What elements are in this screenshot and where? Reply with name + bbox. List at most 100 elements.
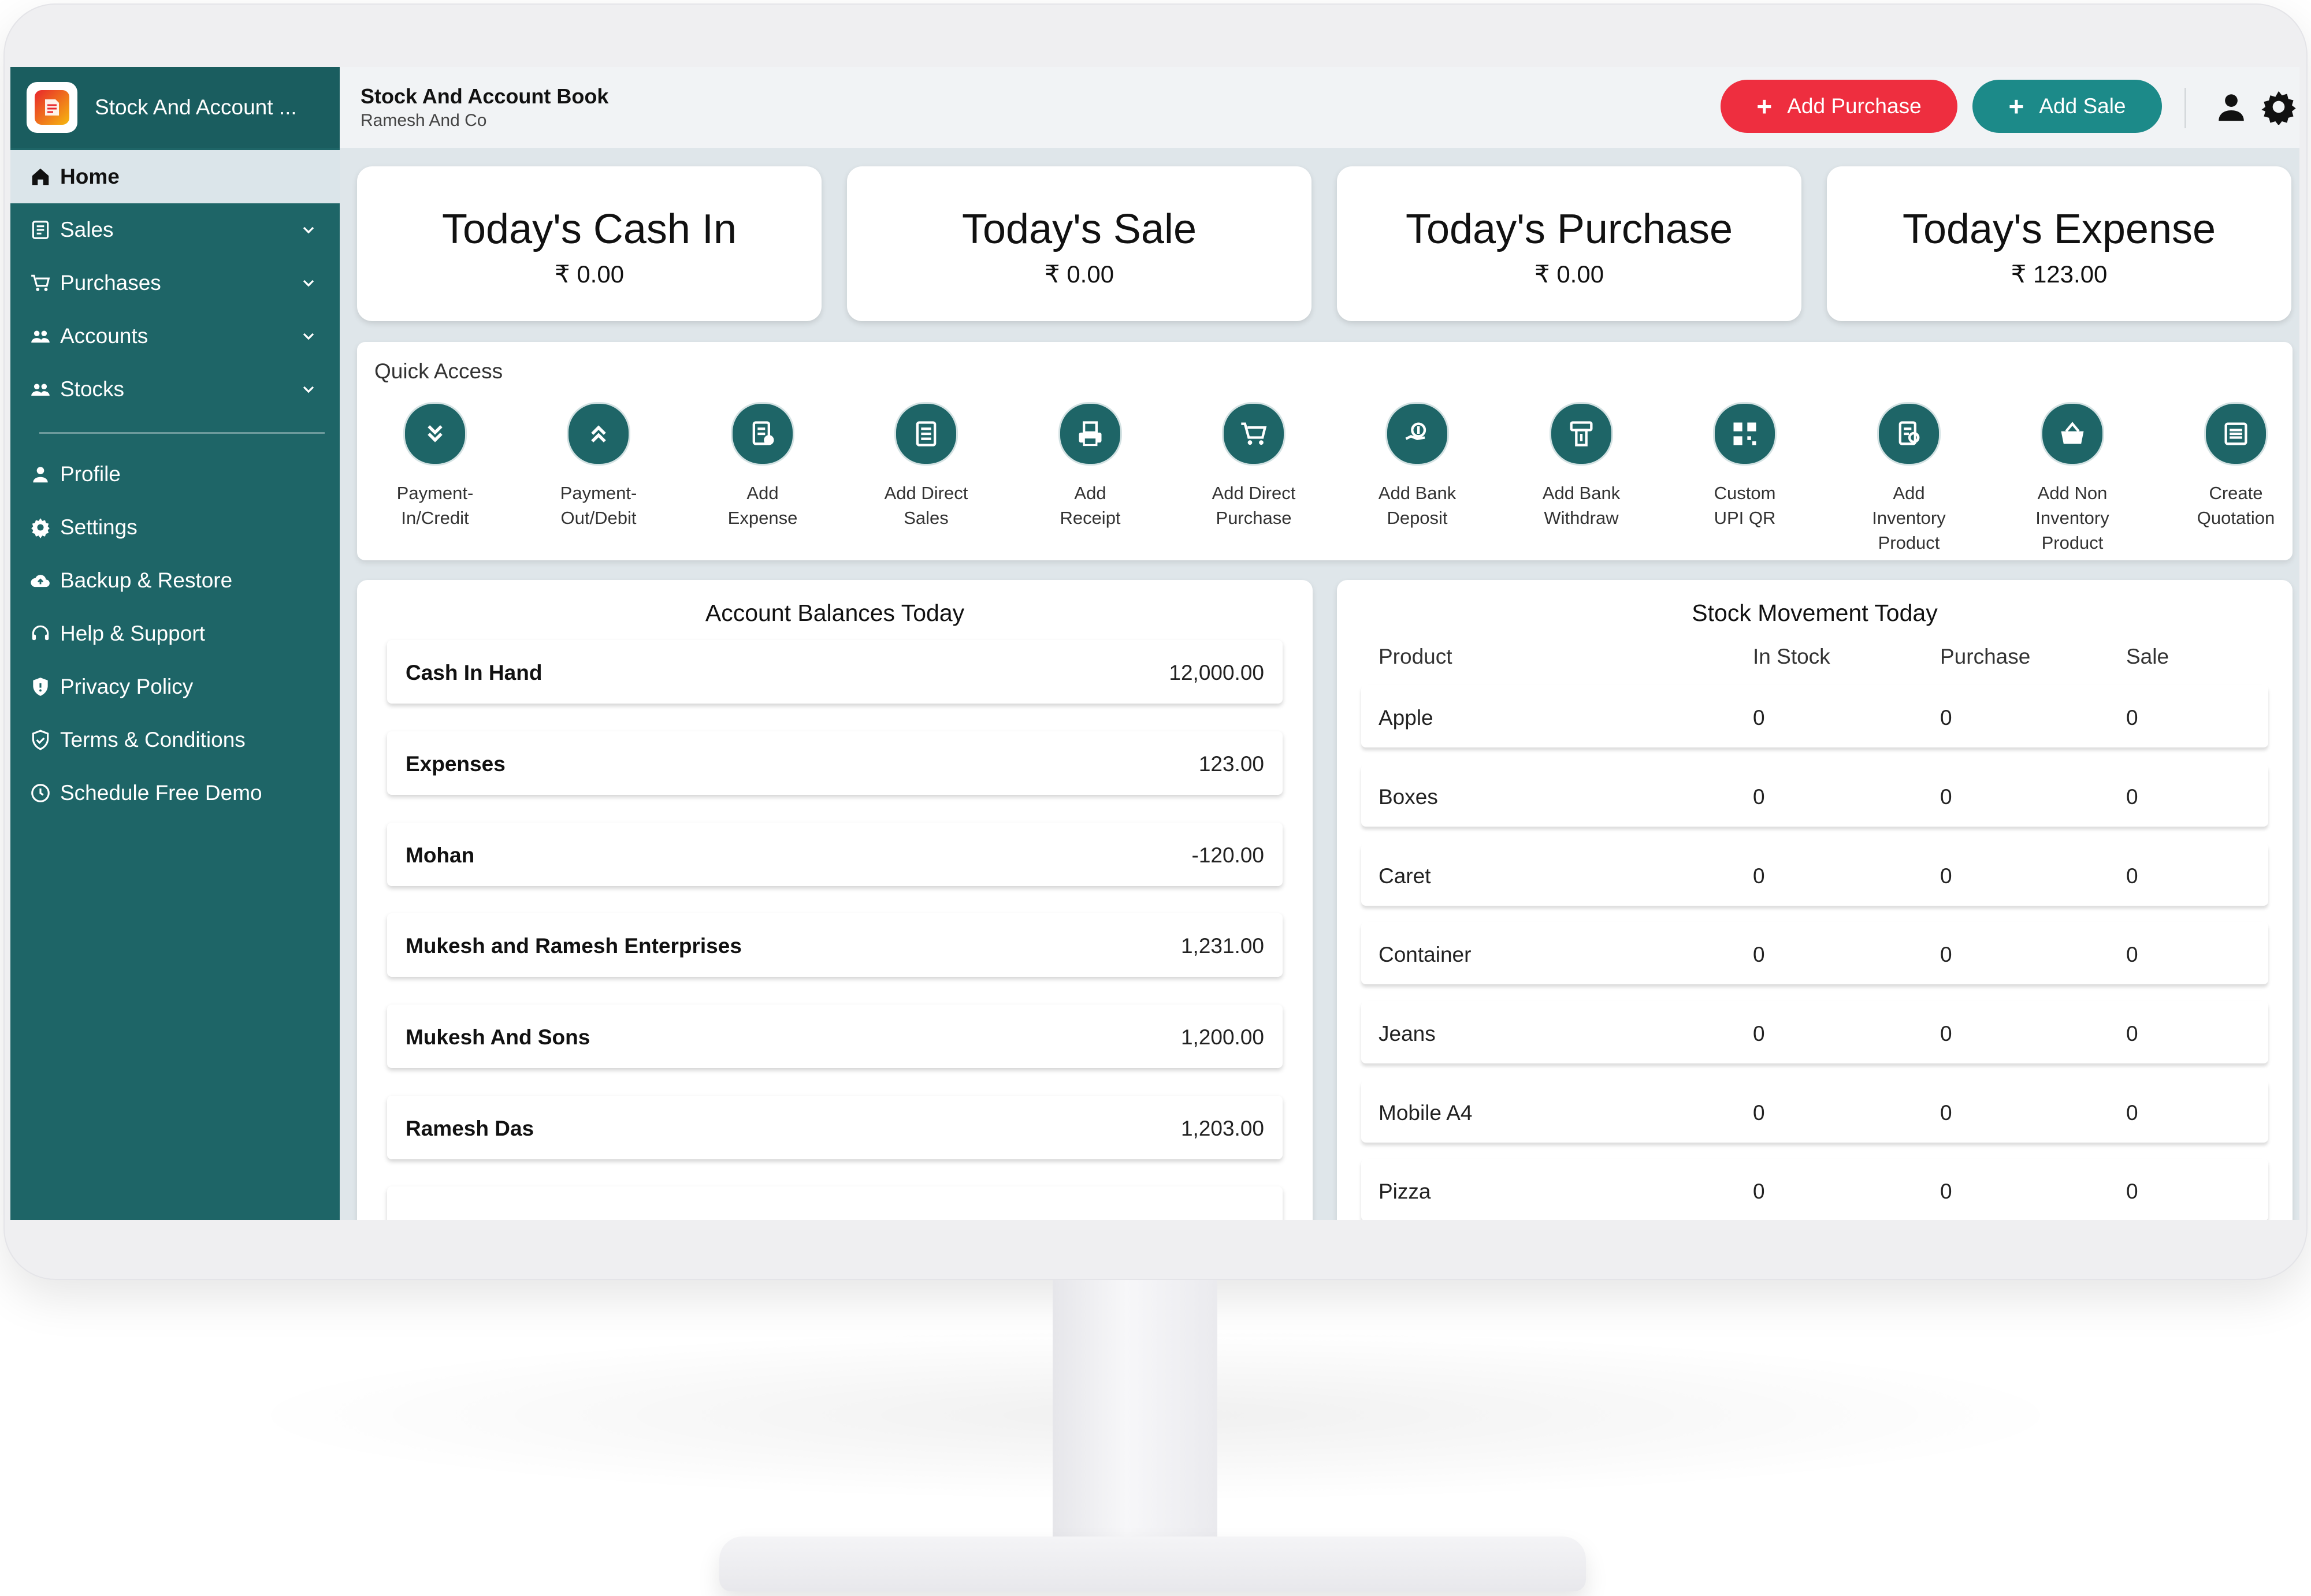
double-chevron-down-icon — [403, 402, 467, 466]
quick-label: Add Inventory Product — [1872, 483, 1946, 553]
quick-payment-in-credit[interactable]: Payment- In/Credit — [357, 402, 513, 530]
sidebar-item-label: Home — [60, 165, 120, 188]
settings-gear-icon[interactable] — [2261, 89, 2297, 125]
column-header-purchase[interactable]: Purchase — [1940, 645, 2030, 669]
support-icon — [29, 622, 52, 645]
account-row[interactable]: Mohan -120.00 — [387, 823, 1283, 886]
sidebar-item-label: Privacy Policy — [60, 675, 194, 698]
chevron-down-icon[interactable] — [299, 274, 318, 292]
column-header-in-stock[interactable]: In Stock — [1753, 645, 1830, 669]
cell-in-stock: 0 — [1753, 943, 1765, 966]
sidebar-item-accounts[interactable]: Accounts — [10, 310, 340, 363]
table-row[interactable]: Boxes 0 0 0 — [1361, 764, 2268, 827]
plus-icon: + — [2008, 91, 2024, 121]
summary-card-expense[interactable]: Today's Expense ₹ 123.00 — [1827, 166, 2291, 321]
sidebar-item-purchases[interactable]: Purchases — [10, 256, 340, 310]
brand-name: Stock And Account ... — [95, 95, 297, 119]
basket-icon — [2041, 402, 2104, 466]
account-name: Ramesh Das — [406, 1117, 534, 1140]
printer-icon — [1058, 402, 1122, 466]
quick-label: Add Direct Sales — [884, 483, 968, 528]
plus-icon: + — [1756, 91, 1773, 121]
stock-movement-panel: Stock Movement Today Product In Stock Pu… — [1337, 580, 2293, 1220]
cell-purchase: 0 — [1940, 864, 1952, 888]
chevron-down-icon[interactable] — [299, 327, 318, 345]
brand[interactable]: Stock And Account ... — [10, 67, 340, 148]
account-row[interactable]: Cash In Hand 12,000.00 — [387, 640, 1283, 704]
add-sale-button[interactable]: + Add Sale — [1972, 80, 2162, 133]
column-header-product[interactable]: Product — [1379, 645, 1452, 669]
account-name: Cash In Hand — [406, 661, 543, 684]
add-purchase-button[interactable]: + Add Purchase — [1721, 80, 1957, 133]
user-profile-icon[interactable] — [2215, 90, 2248, 124]
header-divider — [2184, 88, 2186, 128]
sidebar-item-home[interactable]: Home — [10, 150, 340, 203]
app-logo — [27, 82, 77, 133]
sidebar-item-profile[interactable]: Profile — [10, 448, 340, 501]
quick-label: Add Non Inventory Product — [2035, 483, 2109, 553]
accounts-icon — [29, 325, 52, 348]
quick-label: Add Direct Purchase — [1212, 483, 1296, 528]
double-chevron-up-icon — [567, 402, 630, 466]
quick-payment-out-debit[interactable]: Payment- Out/Debit — [521, 402, 677, 530]
cell-sale: 0 — [2126, 1101, 2138, 1125]
account-balance: 1,200.00 — [1180, 1025, 1264, 1049]
account-balance: 1,231.00 — [1180, 934, 1264, 958]
sidebar-item-label: Purchases — [60, 271, 161, 295]
account-row[interactable]: Ramesh Das 1,203.00 — [387, 1096, 1283, 1159]
table-row[interactable]: Pizza 0 0 0 — [1361, 1159, 2268, 1220]
quick-add-receipt[interactable]: Add Receipt — [1012, 402, 1168, 530]
quick-add-inventory-product[interactable]: Add Inventory Product — [1831, 402, 1987, 555]
quick-add-expense[interactable]: Add Expense — [685, 402, 841, 530]
cell-product: Pizza — [1379, 1180, 1431, 1203]
quick-add-direct-purchase[interactable]: Add Direct Purchase — [1176, 402, 1332, 530]
table-row[interactable]: Container 0 0 0 — [1361, 922, 2268, 984]
cell-purchase: 0 — [1940, 1101, 1952, 1125]
gear-icon — [29, 516, 52, 539]
sidebar-item-sales[interactable]: Sales — [10, 203, 340, 256]
monitor-stand-neck — [1053, 1280, 1217, 1546]
sidebar-item-label: Terms & Conditions — [60, 728, 246, 752]
account-row[interactable]: Mukesh And Sons 1,200.00 — [387, 1005, 1283, 1068]
cell-purchase: 0 — [1940, 943, 1952, 966]
chevron-down-icon[interactable] — [299, 380, 318, 399]
sidebar-item-terms-conditions[interactable]: Terms & Conditions — [10, 713, 340, 767]
sidebar-item-label: Settings — [60, 515, 138, 539]
sidebar-item-schedule-free-demo[interactable]: Schedule Free Demo — [10, 767, 340, 820]
cell-in-stock: 0 — [1753, 1022, 1765, 1046]
quick-custom-upi-qr[interactable]: Custom UPI QR — [1667, 402, 1823, 530]
account-name: Mukesh and Ramesh Enterprises — [406, 934, 742, 958]
sidebar-item-stocks[interactable]: Stocks — [10, 363, 340, 416]
table-row[interactable]: Mobile A4 0 0 0 — [1361, 1080, 2268, 1143]
account-row[interactable]: Mukesh and Ramesh Enterprises 1,231.00 — [387, 913, 1283, 977]
summary-card-sale[interactable]: Today's Sale ₹ 0.00 — [847, 166, 1311, 321]
chevron-down-icon[interactable] — [299, 221, 318, 239]
table-row[interactable]: Jeans 0 0 0 — [1361, 1001, 2268, 1063]
quick-access-panel: Quick Access Payment- In/Credit Payment- O… — [357, 342, 2293, 560]
sidebar-item-label: Sales — [60, 218, 114, 241]
account-row[interactable]: Expenses 123.00 — [387, 731, 1283, 795]
account-balance: -120.00 — [1191, 843, 1265, 867]
sidebar-item-label: Help & Support — [60, 622, 205, 645]
cell-product: Caret — [1379, 864, 1431, 888]
sidebar-item-privacy-policy[interactable]: Privacy Policy — [10, 660, 340, 713]
table-row[interactable]: Caret 0 0 0 — [1361, 843, 2268, 906]
sidebar-item-help-support[interactable]: Help & Support — [10, 607, 340, 660]
column-header-sale[interactable]: Sale — [2126, 645, 2169, 669]
summary-card-purchase[interactable]: Today's Purchase ₹ 0.00 — [1337, 166, 1801, 321]
quick-add-bank-deposit[interactable]: Add Bank Deposit — [1339, 402, 1495, 530]
sidebar-item-settings[interactable]: Settings — [10, 501, 340, 554]
summary-card-cash-in[interactable]: Today's Cash In ₹ 0.00 — [357, 166, 822, 321]
account-row-partial[interactable] — [387, 1186, 1283, 1220]
quick-access-title: Quick Access — [374, 359, 503, 383]
account-balances-panel: Account Balances Today Cash In Hand 12,0… — [357, 580, 1313, 1220]
quick-add-direct-sales[interactable]: Add Direct Sales — [848, 402, 1004, 530]
quick-create-quotation[interactable]: Create Quotation — [2158, 402, 2299, 530]
quick-add-bank-withdraw[interactable]: Add Bank Withdraw — [1503, 402, 1659, 530]
table-row[interactable]: Apple 0 0 0 — [1361, 685, 2268, 747]
sidebar-item-label: Accounts — [60, 324, 148, 348]
cell-sale: 0 — [2126, 706, 2138, 730]
quick-add-non-inventory-product[interactable]: Add Non Inventory Product — [1994, 402, 2150, 555]
top-header: Stock And Account Book Ramesh And Co + A… — [340, 67, 2299, 148]
sidebar-item-backup-restore[interactable]: Backup & Restore — [10, 554, 340, 607]
